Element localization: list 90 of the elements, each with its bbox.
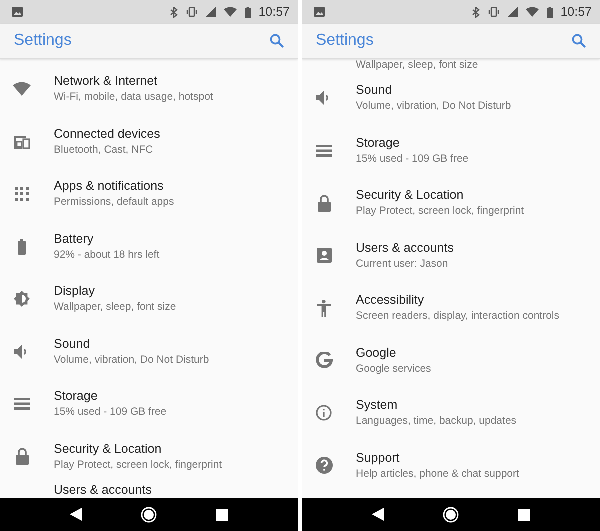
item-subtitle: Wi-Fi, mobile, data usage, hotspot: [54, 91, 214, 104]
back-icon[interactable]: [372, 508, 384, 521]
item-title: Accessibility: [356, 293, 426, 308]
item-subtitle: 92% - about 18 hrs left: [54, 248, 160, 262]
settings-item[interactable]: Users & accounts Current user: Jason: [302, 230, 600, 282]
home-icon[interactable]: [442, 506, 459, 522]
bluetooth-icon: [472, 6, 480, 18]
image-icon: [314, 7, 325, 17]
item-title: Security & Location: [356, 188, 465, 204]
item-subtitle: Wallpaper, sleep, font size: [356, 59, 478, 72]
settings-item[interactable]: Sound Volume, vibration, Do Not Disturb: [0, 326, 298, 378]
item-title: Support: [356, 450, 401, 466]
settings-item[interactable]: Google Google services: [302, 334, 600, 387]
item-title: Battery: [54, 232, 95, 247]
item-subtitle: Bluetooth, Cast, NFC: [54, 144, 154, 157]
wifi-icon: [13, 82, 31, 96]
wifi-icon: [224, 7, 237, 17]
item-title: Apps & notifications: [54, 179, 165, 194]
item-subtitle: Current user: Jason: [356, 258, 450, 271]
settings-item[interactable]: Battery 92% - about 18 hrs left: [0, 220, 298, 273]
item-title: Network & Internet: [54, 74, 159, 90]
settings-item[interactable]: Wallpaper, sleep, font size: [302, 59, 600, 72]
app-title: Settings: [316, 32, 374, 50]
status-time: 10:57: [258, 5, 290, 19]
recents-icon[interactable]: [216, 508, 228, 520]
item-subtitle: Google services: [356, 362, 432, 376]
item-subtitle: Wallpaper, sleep, font size: [54, 301, 176, 314]
battery-icon: [18, 238, 26, 255]
image-icon: [12, 7, 23, 17]
item-subtitle: Play Protect, screen lock, fingerprint: [356, 205, 524, 218]
lock-icon: [318, 194, 330, 212]
settings-item[interactable]: Support Help articles, phone & chat support: [302, 440, 600, 492]
storage-icon: [14, 398, 30, 410]
settings-item[interactable]: Network & Internet Wi-Fi, mobile, data usage, hotspot: [0, 63, 298, 116]
item-title: Connected devices: [54, 126, 160, 142]
item-title: Security & Location: [54, 442, 163, 457]
settings-item[interactable]: System Languages, time, backup, updates: [302, 387, 600, 440]
back-icon[interactable]: [70, 508, 82, 521]
brightness-icon: [14, 291, 30, 308]
settings-item[interactable]: Security & Location Play Protect, screen lock, fingerprint: [302, 177, 600, 230]
home-icon[interactable]: [140, 506, 157, 522]
google-icon: [316, 352, 332, 370]
settings-item[interactable]: Users & accounts: [0, 483, 298, 498]
item-title: Google: [356, 346, 398, 361]
settings-item[interactable]: Storage 15% used - 109 GB free: [302, 124, 600, 177]
help-icon: [316, 457, 332, 474]
battery-icon: [546, 6, 553, 18]
settings-item[interactable]: Display Wallpaper, sleep, font size: [0, 273, 298, 326]
item-title: System: [356, 398, 399, 414]
item-subtitle: Volume, vibration, Do Not Disturb: [356, 100, 512, 114]
signal-icon: [206, 7, 216, 17]
settings-item[interactable]: Storage 15% used - 109 GB free: [0, 378, 298, 430]
storage-icon: [316, 144, 332, 157]
settings-item[interactable]: Connected devices Bluetooth, Cast, NFC: [0, 116, 298, 168]
item-subtitle: Help articles, phone & chat support: [356, 468, 520, 481]
item-subtitle: Languages, time, backup, updates: [356, 415, 517, 428]
item-title: Users & accounts: [54, 483, 152, 498]
item-subtitle: Play Protect, screen lock, fingerprint: [54, 458, 222, 472]
settings-item[interactable]: Security & Location Play Protect, screen lock, fingerprint: [0, 430, 298, 483]
lock-icon: [16, 448, 28, 466]
item-subtitle: 15% used - 109 GB free: [356, 152, 469, 166]
item-title: Storage: [356, 136, 401, 151]
item-title: Storage: [54, 389, 99, 404]
info-icon: [316, 405, 332, 422]
grid-icon: [15, 187, 29, 202]
vibrate-icon: [488, 7, 500, 17]
item-subtitle: Screen readers, display, interaction controls: [356, 310, 560, 324]
bluetooth-icon: [170, 6, 178, 18]
battery-icon: [244, 6, 251, 18]
devices-icon: [13, 134, 31, 149]
vibrate-icon: [186, 7, 198, 17]
status-time: 10:57: [560, 5, 592, 19]
settings-item[interactable]: Sound Volume, vibration, Do Not Disturb: [302, 72, 600, 124]
recents-icon[interactable]: [518, 508, 530, 520]
signal-icon: [508, 7, 518, 17]
wifi-icon: [526, 7, 539, 17]
accessibility-icon: [317, 300, 331, 317]
item-subtitle: 15% used - 109 GB free: [54, 406, 167, 420]
settings-item[interactable]: Apps & notifications Permissions, default apps: [0, 168, 298, 220]
item-title: Sound: [356, 83, 394, 98]
settings-item[interactable]: Accessibility Screen readers, display, interaction controls: [302, 282, 600, 334]
search-icon[interactable]: [270, 34, 284, 48]
item-title: Display: [54, 284, 96, 300]
app-title: Settings: [14, 32, 72, 50]
item-subtitle: Permissions, default apps: [54, 196, 174, 210]
item-title: Users & accounts: [356, 240, 454, 256]
item-title: Sound: [54, 336, 92, 352]
account-box-icon: [316, 248, 332, 264]
search-icon[interactable]: [572, 34, 586, 48]
item-subtitle: Volume, vibration, Do Not Disturb: [54, 354, 210, 367]
